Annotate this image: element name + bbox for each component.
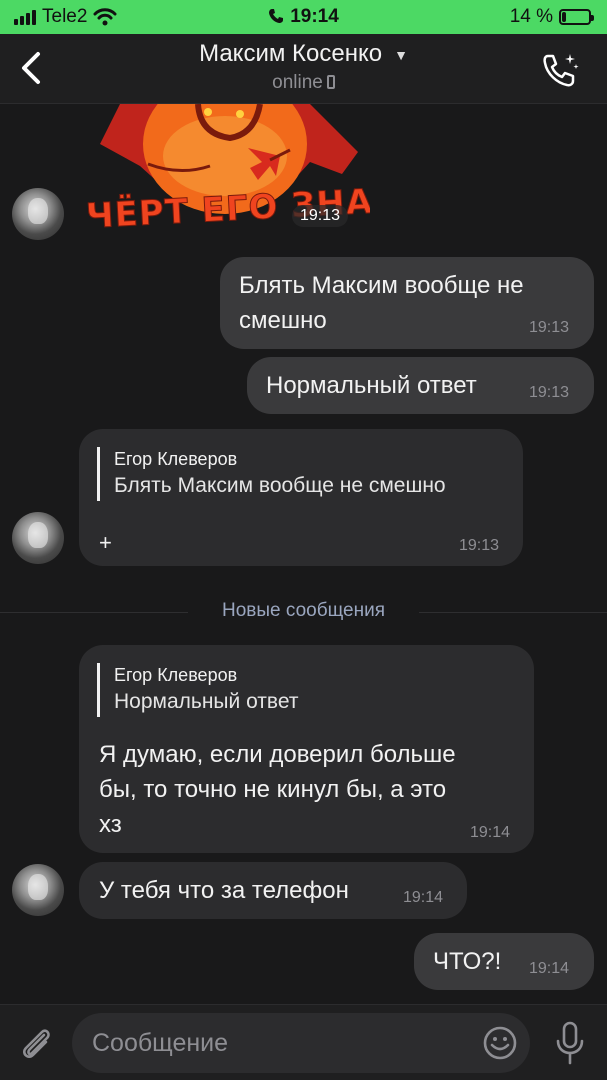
- new-messages-label: Новые сообщения: [222, 600, 385, 621]
- message-text: +: [99, 530, 112, 555]
- chat-area[interactable]: ЧЁРТ ЕГО ЗНАЕТ 19:13 Блять Максим вообще…: [0, 104, 607, 1004]
- message-text: Я думаю, если доверил больше бы, то точн…: [99, 737, 456, 842]
- message-input[interactable]: Сообщение: [72, 1013, 530, 1073]
- message-line: хз: [99, 811, 122, 838]
- sticker-message[interactable]: ЧЁРТ ЕГО ЗНАЕТ 19:13: [80, 104, 370, 240]
- status-text: online: [272, 72, 323, 93]
- status-bar: Tele2 19:14 14 %: [0, 0, 607, 34]
- status-time: 19:14: [290, 6, 339, 27]
- message-line: Я думаю, если доверил больше: [99, 741, 456, 768]
- sticker-time: 19:13: [300, 207, 341, 224]
- message-input-bar: Сообщение: [0, 1004, 607, 1080]
- chat-header: Максим Косенко ▼ online: [0, 34, 607, 104]
- paperclip-icon[interactable]: [16, 1023, 56, 1063]
- message-text: Блять Максим вообще не смешно: [239, 268, 524, 338]
- mobile-device-icon: [326, 75, 335, 89]
- contact-name: Максим Косенко: [199, 40, 383, 67]
- avatar[interactable]: [12, 512, 64, 564]
- reply-text: Блять Максим вообще не смешно: [114, 474, 446, 497]
- message-bubble-in[interactable]: Егор Клеверов Блять Максим вообще не сме…: [79, 429, 523, 566]
- reply-preview[interactable]: Егор Клеверов Блять Максим вообще не сме…: [97, 447, 446, 501]
- message-time: 19:14: [529, 960, 570, 977]
- new-messages-divider: Новые сообщения: [0, 598, 607, 626]
- message-time: 19:14: [403, 889, 444, 906]
- phone-call-icon[interactable]: [539, 48, 581, 90]
- contact-name-row[interactable]: Максим Косенко ▼: [0, 40, 607, 68]
- message-text: Нормальный ответ: [266, 372, 477, 399]
- chevron-down-icon: ▼: [394, 46, 408, 63]
- microphone-icon[interactable]: [555, 1021, 585, 1065]
- battery-icon: [559, 9, 594, 25]
- reply-author: Егор Клеверов: [114, 665, 238, 685]
- sticker-time-badge: 19:13: [292, 205, 349, 227]
- call-active-icon: [269, 9, 284, 23]
- message-text: У тебя что за телефон: [99, 877, 349, 904]
- message-input-placeholder: Сообщение: [92, 1029, 229, 1057]
- avatar[interactable]: [12, 864, 64, 916]
- avatar[interactable]: [12, 188, 64, 240]
- message-bubble-in[interactable]: Егор Клеверов Нормальный ответ Я думаю, …: [79, 645, 534, 853]
- battery-level: [562, 12, 566, 22]
- message-text: ЧТО?!: [433, 948, 502, 975]
- message-line: Блять Максим вообще не: [239, 272, 524, 299]
- message-time: 19:13: [529, 319, 570, 336]
- contact-status: online: [0, 72, 607, 94]
- emoji-icon[interactable]: [482, 1025, 518, 1061]
- message-time: 19:13: [459, 537, 500, 554]
- battery-percent: 14 %: [509, 6, 553, 27]
- reply-text: Нормальный ответ: [114, 690, 299, 713]
- message-line: смешно: [239, 307, 327, 334]
- contact-info[interactable]: Максим Косенко ▼ online: [0, 40, 607, 94]
- message-time: 19:14: [470, 824, 511, 841]
- reply-author: Егор Клеверов: [114, 449, 238, 469]
- message-bubble-in[interactable]: У тебя что за телефон 19:14: [79, 862, 467, 919]
- reply-preview[interactable]: Егор Клеверов Нормальный ответ: [97, 663, 298, 717]
- message-line: бы, то точно не кинул бы, а это: [99, 776, 447, 803]
- message-bubble-out[interactable]: Блять Максим вообще не смешно 19:13: [220, 257, 594, 349]
- message-bubble-out[interactable]: Нормальный ответ 19:13: [247, 357, 594, 414]
- status-right: 14 %: [509, 6, 594, 28]
- message-bubble-out[interactable]: ЧТО?! 19:14: [414, 933, 594, 990]
- message-time: 19:13: [529, 384, 570, 401]
